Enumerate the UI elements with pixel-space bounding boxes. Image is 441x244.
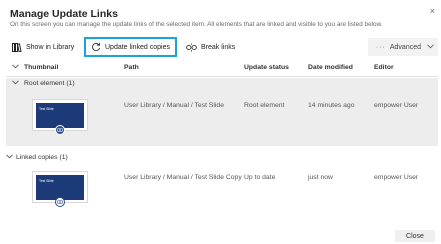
path-cell: User Library / Manual / Test Slide Copy	[124, 174, 242, 181]
column-header-path[interactable]: Path	[124, 64, 139, 71]
path-cell: User Library / Manual / Test Slide	[124, 102, 224, 109]
chevron-down-icon	[6, 154, 13, 161]
update-status-cell: Up to date	[244, 174, 276, 181]
advanced-label: Advanced	[389, 43, 421, 51]
link-badge-icon	[55, 125, 65, 135]
editor-cell: empower User	[374, 174, 419, 181]
advanced-dropdown[interactable]: ··· Advanced	[368, 38, 438, 56]
slide-title: Test Slide	[39, 107, 54, 111]
date-modified-cell: 14 minutes ago	[308, 102, 355, 109]
library-icon	[12, 42, 22, 52]
break-links-button[interactable]: Break links	[182, 38, 239, 56]
slide-thumbnail: Test Slide	[32, 171, 88, 207]
manage-update-links-dialog: Manage Update Links On this screen you c…	[0, 0, 441, 244]
group-label: Linked copies (1)	[16, 154, 68, 161]
show-in-library-label: Show in Library	[26, 43, 75, 51]
editor-cell: empower User	[374, 102, 419, 109]
broken-link-icon	[186, 42, 197, 52]
link-badge-icon	[55, 197, 65, 207]
update-linked-copies-button[interactable]: Update linked copies	[84, 37, 177, 57]
dialog-subtitle: On this screen you can manage the update…	[10, 21, 383, 28]
column-header-thumbnail[interactable]: Thumbnail	[24, 64, 58, 71]
collapse-all-icon[interactable]	[12, 64, 19, 71]
table-header: Thumbnail Path Update status Date modifi…	[6, 60, 438, 77]
column-header-update-status[interactable]: Update status	[244, 64, 289, 71]
chevron-down-icon	[427, 43, 434, 51]
group-label: Root element (1)	[24, 80, 75, 87]
column-header-editor[interactable]: Editor	[374, 64, 394, 71]
break-links-label: Break links	[201, 43, 236, 51]
show-in-library-button[interactable]: Show in Library	[8, 38, 78, 56]
group-header-linked-copies[interactable]: Linked copies (1)	[6, 152, 438, 165]
group-header-root[interactable]: Root element (1)	[6, 78, 438, 91]
close-button[interactable]: Close	[395, 230, 435, 242]
update-linked-copies-label: Update linked copies	[105, 43, 170, 51]
update-status-cell: Root element	[244, 102, 285, 109]
table-row[interactable]: Test Slide User Library / Manual / Test …	[6, 91, 438, 146]
slide-thumbnail: Test Slide	[32, 99, 88, 135]
slide-title: Test Slide	[39, 179, 54, 183]
more-icon: ···	[375, 43, 386, 51]
close-icon[interactable]: ×	[430, 6, 435, 16]
sync-icon	[92, 42, 101, 52]
date-modified-cell: just now	[308, 174, 333, 181]
column-header-date-modified[interactable]: Date modified	[308, 64, 353, 71]
table-row[interactable]: Test Slide User Library / Manual / Test …	[6, 167, 438, 222]
chevron-down-icon	[12, 80, 19, 87]
toolbar: Show in Library Update linked copies Bre…	[6, 36, 438, 58]
dialog-title: Manage Update Links	[10, 8, 118, 20]
